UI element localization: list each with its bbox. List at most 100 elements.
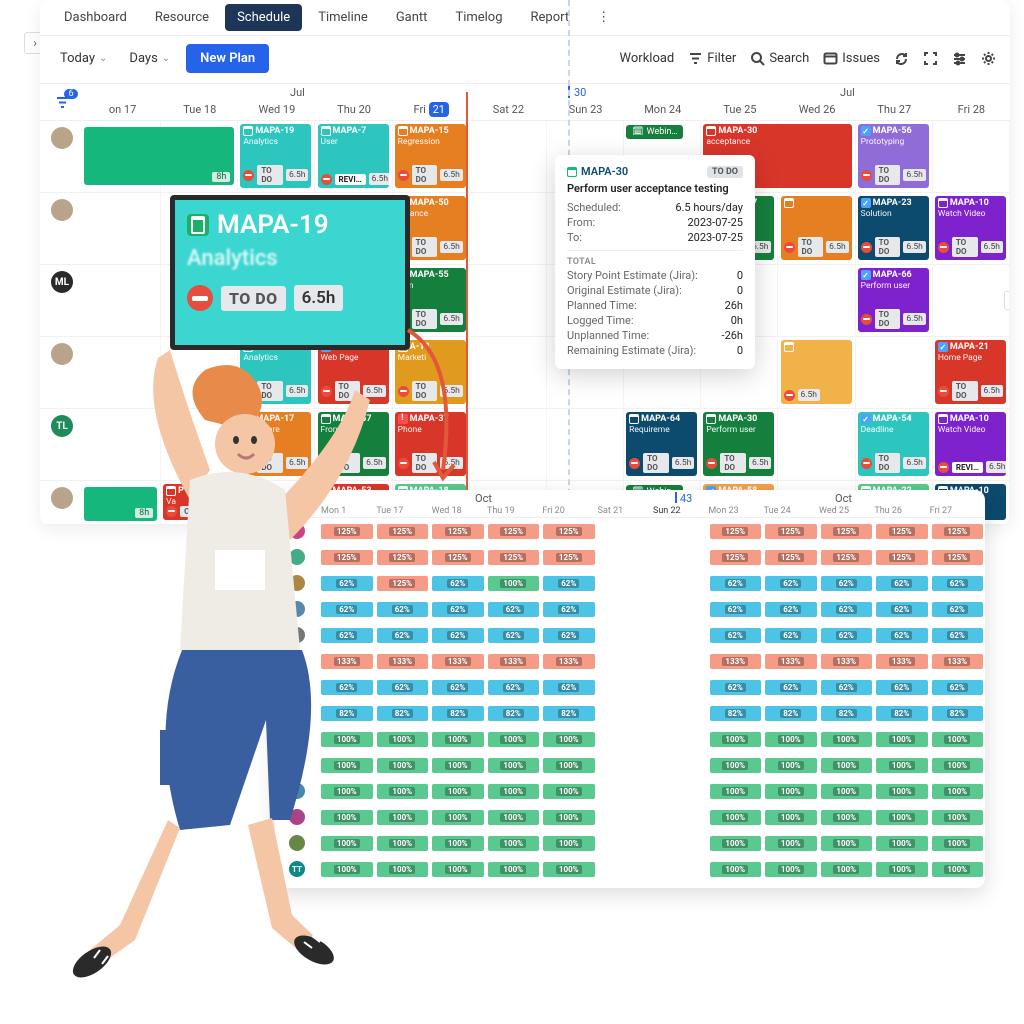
workload-cell[interactable]: 62% xyxy=(765,602,817,617)
workload-cell[interactable]: 125% xyxy=(432,524,484,539)
workload-cell[interactable]: 100% xyxy=(876,732,928,747)
workload-cell[interactable]: 100% xyxy=(543,784,595,799)
workload-link[interactable]: Workload xyxy=(620,51,675,66)
workload-cell[interactable]: 62% xyxy=(821,602,873,617)
workload-cell[interactable]: 82% xyxy=(432,706,484,721)
workload-cell[interactable]: 133% xyxy=(321,654,373,669)
workload-cell[interactable]: 133% xyxy=(543,654,595,669)
workload-cell[interactable]: 100% xyxy=(377,784,429,799)
workload-cell[interactable]: 82% xyxy=(876,706,928,721)
avatar[interactable] xyxy=(289,809,305,825)
workload-cell[interactable]: 82% xyxy=(932,706,984,721)
avatar[interactable] xyxy=(289,627,305,643)
day-header[interactable]: Mon 24 xyxy=(624,103,701,120)
workload-cell[interactable]: 125% xyxy=(932,550,984,565)
workload-cell[interactable]: 62% xyxy=(932,628,984,643)
workload-cell[interactable]: 100% xyxy=(765,836,817,851)
workload-cell[interactable]: 100% xyxy=(821,836,873,851)
workload-cell[interactable]: 125% xyxy=(377,550,429,565)
workload-cell[interactable]: 133% xyxy=(765,654,817,669)
avatar[interactable]: TL xyxy=(51,415,73,437)
day-header[interactable]: Wed 26 xyxy=(778,103,855,120)
workload-cell[interactable]: 125% xyxy=(543,550,595,565)
avatar[interactable] xyxy=(289,575,305,591)
workload-cell[interactable]: 62% xyxy=(432,680,484,695)
workload-cell[interactable]: 62% xyxy=(765,680,817,695)
workload-cell[interactable]: 100% xyxy=(377,862,429,877)
workload-cell[interactable]: 100% xyxy=(377,836,429,851)
workload-cell[interactable]: 100% xyxy=(821,732,873,747)
workload-cell[interactable]: 100% xyxy=(876,784,928,799)
day-header[interactable]: Thu 27 xyxy=(856,103,933,120)
workload-cell[interactable]: 100% xyxy=(932,784,984,799)
workload-cell[interactable]: 62% xyxy=(377,628,429,643)
task-card[interactable]: MAPA-57Front-endTO DO6.5h xyxy=(318,412,389,476)
workload-cell[interactable]: 62% xyxy=(321,602,373,617)
day-header[interactable]: Sun 23 xyxy=(547,103,624,120)
workload-cell[interactable]: 100% xyxy=(710,784,762,799)
workload-cell[interactable]: 100% xyxy=(710,732,762,747)
workload-cell[interactable]: 82% xyxy=(488,706,540,721)
avatar[interactable] xyxy=(289,705,305,721)
task-card[interactable]: MAPA-10Watch VideoREVI…6.5h xyxy=(935,412,1006,476)
workload-cell[interactable]: 62% xyxy=(321,680,373,695)
tab-dashboard[interactable]: Dashboard xyxy=(52,4,139,31)
workload-cell[interactable]: 100% xyxy=(488,732,540,747)
workload-cell[interactable]: 125% xyxy=(876,550,928,565)
day-header[interactable]: Tue 18 xyxy=(161,103,238,120)
tab-timelog[interactable]: Timelog xyxy=(443,4,514,31)
day-header[interactable]: on 17 xyxy=(84,103,161,120)
workload-cell[interactable]: 125% xyxy=(765,524,817,539)
workload-cell[interactable]: 100% xyxy=(821,758,873,773)
workload-cell[interactable]: 100% xyxy=(321,784,373,799)
workload-cell[interactable]: 100% xyxy=(876,862,928,877)
workload-cell[interactable]: 125% xyxy=(377,576,429,591)
workload-cell[interactable]: 100% xyxy=(821,784,873,799)
workload-cell[interactable]: 100% xyxy=(488,758,540,773)
workload-cell[interactable]: 100% xyxy=(932,862,984,877)
workload-cell[interactable]: 100% xyxy=(710,836,762,851)
workload-cell[interactable]: 62% xyxy=(710,680,762,695)
workload-cell[interactable]: 100% xyxy=(432,784,484,799)
workload-cell[interactable]: 62% xyxy=(432,628,484,643)
workload-cell[interactable]: 100% xyxy=(710,758,762,773)
workload-cell[interactable]: 100% xyxy=(876,836,928,851)
workload-cell[interactable]: 62% xyxy=(432,576,484,591)
workload-cell[interactable]: 100% xyxy=(432,810,484,825)
workload-cell[interactable]: 100% xyxy=(321,758,373,773)
workload-cell[interactable]: 62% xyxy=(710,576,762,591)
search-button[interactable]: Search xyxy=(750,51,809,66)
workload-cell[interactable]: 62% xyxy=(876,628,928,643)
task-card[interactable]: MAPA-54DeadlineTO DO6.5h xyxy=(858,412,929,476)
avatar[interactable] xyxy=(289,783,305,799)
workload-cell[interactable]: 100% xyxy=(765,810,817,825)
workload-cell[interactable]: 62% xyxy=(543,576,595,591)
tabs-more-icon[interactable]: ⋮ xyxy=(585,4,622,31)
workload-cell[interactable]: 62% xyxy=(710,602,762,617)
task-card[interactable]: MAPA-23SolutionTO DO6.5h xyxy=(858,196,929,260)
refresh-button[interactable] xyxy=(894,51,909,66)
avatar[interactable] xyxy=(51,343,73,365)
tab-gantt[interactable]: Gantt xyxy=(384,4,440,31)
day-header[interactable]: Fri 28 xyxy=(933,103,1010,120)
workload-cell[interactable]: 133% xyxy=(710,654,762,669)
workload-cell[interactable]: 100% xyxy=(876,758,928,773)
tab-schedule[interactable]: Schedule xyxy=(225,4,302,31)
day-header[interactable]: Tue 25 xyxy=(701,103,778,120)
task-card[interactable]: MAPA-30Perform userTO DO6.5h xyxy=(703,412,774,476)
avatar[interactable] xyxy=(289,523,305,539)
workload-cell[interactable]: 100% xyxy=(932,758,984,773)
workload-cell[interactable]: 62% xyxy=(488,628,540,643)
workload-cell[interactable]: 125% xyxy=(710,550,762,565)
workload-cell[interactable]: 100% xyxy=(321,836,373,851)
workload-cell[interactable]: 125% xyxy=(876,524,928,539)
workload-cell[interactable]: 100% xyxy=(377,758,429,773)
workload-cell[interactable]: 100% xyxy=(432,732,484,747)
workload-cell[interactable]: 125% xyxy=(321,524,373,539)
expand-button[interactable] xyxy=(923,51,938,66)
workload-cell[interactable]: 133% xyxy=(377,654,429,669)
workload-cell[interactable]: 100% xyxy=(765,758,817,773)
workload-cell[interactable]: 100% xyxy=(765,862,817,877)
workload-cell[interactable]: 62% xyxy=(432,602,484,617)
workload-cell[interactable]: 62% xyxy=(321,576,373,591)
